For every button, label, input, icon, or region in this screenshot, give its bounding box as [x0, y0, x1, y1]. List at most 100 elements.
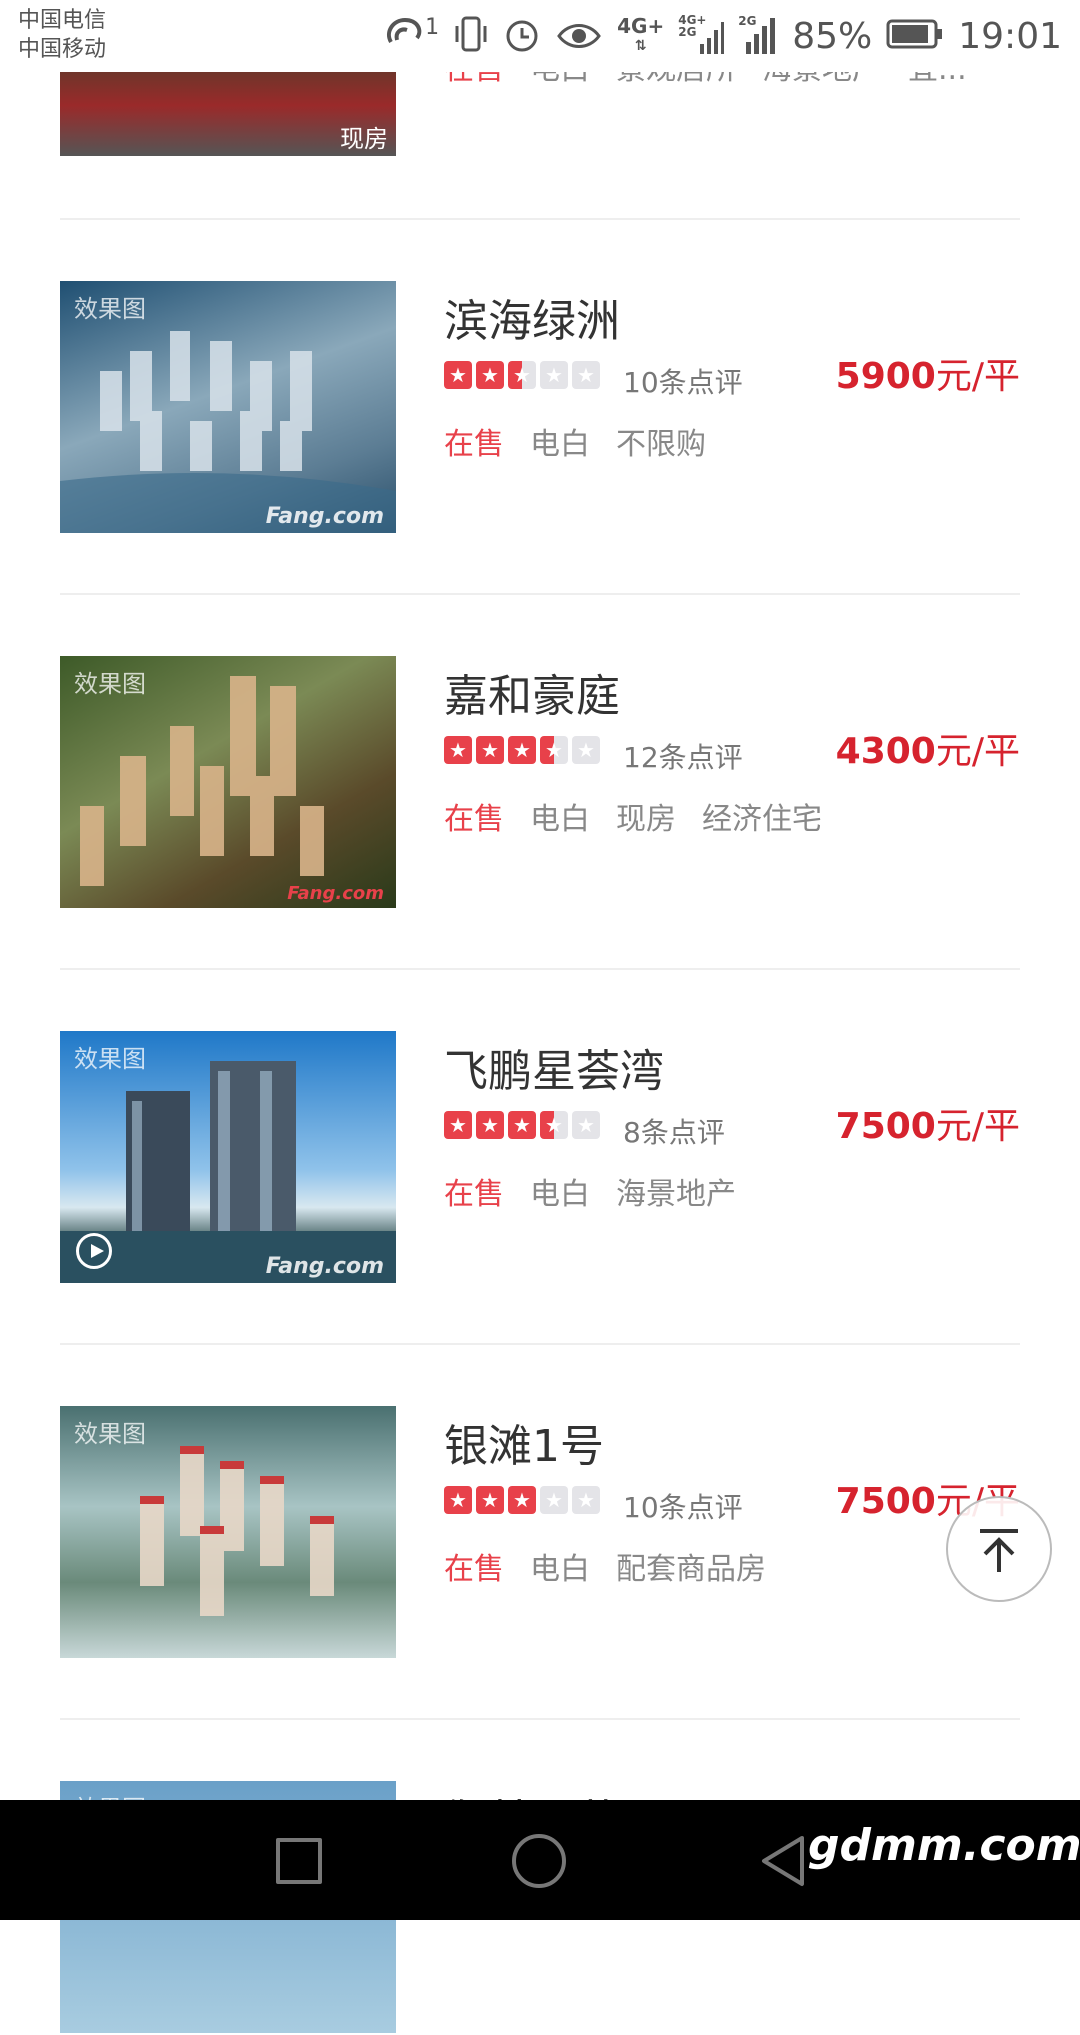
listing-name: 飞鹏星荟湾 — [444, 1046, 664, 1097]
star-icon: ★ — [444, 1486, 472, 1514]
tag: 电白 — [530, 1552, 590, 1587]
divider — [60, 1343, 1020, 1345]
signal-sim2-icon: 2G — [738, 14, 778, 58]
divider — [60, 593, 1020, 595]
listing-name: 银滩1号 — [444, 1421, 604, 1472]
render-label: 效果图 — [74, 1045, 146, 1073]
price-unit: 元/平 — [935, 356, 1020, 397]
listing-thumbnail: 效果图 — [60, 1406, 396, 1658]
sim-badge: 1 — [425, 14, 440, 40]
listing-thumbnail: 效果图 Fang.com — [60, 281, 396, 533]
divider — [60, 968, 1020, 970]
hd-call-icon — [383, 14, 427, 58]
price-unit: 元/平 — [935, 1106, 1020, 1147]
divider — [60, 1718, 1020, 1720]
listing-item[interactable]: 效果图 Fang.com 嘉和豪庭 ★ ★ ★ ★ ★ 12条点评 4300元/平 在售… — [60, 656, 1020, 910]
signal-sim1-icon: 4G+ 2G — [678, 14, 725, 58]
tag-status: 在售 — [444, 1552, 504, 1587]
star-icon: ★ — [476, 361, 504, 389]
price-value: 7500 — [835, 1106, 936, 1147]
watermark-logo: Fang.com — [265, 1254, 384, 1279]
home-button[interactable] — [512, 1834, 566, 1888]
star-icon: ★ — [508, 361, 536, 389]
star-rating: ★ ★ ★ ★ ★ — [444, 361, 600, 391]
review-count[interactable]: 10条点评 — [623, 1486, 743, 1526]
price-unit: 元/平 — [935, 731, 1020, 772]
listing-item[interactable]: 效果图 Fang.com 飞鹏星荟湾 ★ ★ ★ ★ ★ 8条点评 7500元/平 在售… — [60, 1031, 1020, 1285]
tag: 海景地产 — [616, 1177, 736, 1212]
star-icon: ★ — [476, 1111, 504, 1139]
tag-status: 在售 — [444, 802, 504, 837]
listing-thumbnail: 效果图 Fang.com — [60, 656, 396, 908]
listing-item[interactable]: 效果图 Fang.com 滨海绿洲 ★ ★ ★ ★ ★ 10条点评 5900元/平 在售… — [60, 281, 1020, 535]
tag-status: 在售 — [444, 1177, 504, 1212]
star-icon: ★ — [572, 361, 600, 389]
listing-price: 4300元/平 — [836, 722, 1020, 774]
listing-name: 嘉和豪庭 — [444, 671, 620, 722]
back-button[interactable] — [758, 1834, 808, 1888]
star-icon: ★ — [540, 736, 568, 764]
status-bar: 中国电信 中国移动 1 4G+ ⇅ 4G+ 2G 2G 85% 19:01 — [0, 0, 1080, 72]
star-icon: ★ — [508, 736, 536, 764]
render-label: 效果图 — [74, 670, 146, 698]
review-count[interactable]: 10条点评 — [623, 361, 743, 401]
net-label-1: 4G+ — [617, 14, 665, 38]
divider — [60, 218, 1020, 220]
video-play-icon[interactable] — [76, 1233, 112, 1269]
star-rating: ★ ★ ★ ★ ★ — [444, 1486, 600, 1516]
arrow-up-icon — [980, 1529, 1018, 1572]
listing-item[interactable]: 效果图 银滩1号 ★★★★★ 10条点评 7500元/平 在售 电白 配套商品房 — [60, 1406, 1020, 1660]
star-icon: ★ — [508, 1486, 536, 1514]
network-4g-icon: 4G+ ⇅ — [617, 16, 664, 56]
tag: 电白 — [530, 1177, 590, 1212]
listing-thumbnail: 效果图 Fang.com — [60, 1031, 396, 1283]
battery-percent: 85% — [792, 15, 873, 57]
listing-tags: 在售 电白 不限购 — [444, 419, 706, 463]
battery-icon — [886, 18, 944, 54]
clock: 19:01 — [958, 15, 1062, 57]
star-icon: ★ — [444, 361, 472, 389]
star-icon: ★ — [540, 1486, 568, 1514]
star-icon: ★ — [476, 736, 504, 764]
price-value: 5900 — [835, 356, 936, 397]
price-value: 7500 — [835, 1481, 936, 1522]
star-icon: ★ — [572, 1486, 600, 1514]
alarm-icon — [503, 14, 541, 58]
star-icon: ★ — [508, 1111, 536, 1139]
tag: 电白 — [530, 802, 590, 837]
tag-status: 在售 — [444, 427, 504, 462]
listing-tags: 在售 电白 现房 经济住宅 — [444, 794, 822, 838]
listing-tags: 在售 电白 海景地产 — [444, 1169, 736, 1213]
tag: 配套商品房 — [616, 1552, 766, 1587]
price-value: 4300 — [835, 731, 936, 772]
site-watermark: gdmm.com — [808, 1820, 1080, 1871]
tag: 电白 — [530, 427, 590, 462]
render-label: 效果图 — [74, 1420, 146, 1448]
eye-comfort-icon — [555, 14, 603, 58]
data-arrows-icon: ⇅ — [634, 38, 647, 54]
back-to-top-button[interactable] — [946, 1496, 1052, 1602]
star-icon: ★ — [444, 1111, 472, 1139]
listing-name: 滨海绿洲 — [444, 296, 620, 347]
vibrate-icon — [453, 14, 489, 58]
watermark-logo: Fang.com — [287, 883, 384, 904]
star-icon: ★ — [540, 361, 568, 389]
star-icon: ★ — [444, 736, 472, 764]
listing-price: 5900元/平 — [836, 347, 1020, 399]
review-count[interactable]: 12条点评 — [623, 736, 743, 776]
listing-tags: 在售 电白 配套商品房 — [444, 1544, 766, 1588]
carrier-2: 中国移动 — [18, 37, 107, 62]
listing-price: 7500元/平 — [836, 1097, 1020, 1149]
tag: 不限购 — [616, 427, 706, 462]
star-icon: ★ — [540, 1111, 568, 1139]
watermark-logo: Fang.com — [265, 504, 384, 529]
review-count[interactable]: 8条点评 — [623, 1111, 725, 1151]
star-icon: ★ — [476, 1486, 504, 1514]
star-rating: ★ ★ ★ ★ ★ — [444, 736, 600, 766]
tag: 经济住宅 — [702, 802, 822, 837]
carrier-labels: 中国电信 中国移动 — [18, 6, 106, 64]
star-icon: ★ — [572, 1111, 600, 1139]
ready-house-badge: 现房 — [340, 125, 388, 153]
recent-apps-button[interactable] — [276, 1838, 322, 1884]
render-label: 效果图 — [74, 295, 146, 323]
